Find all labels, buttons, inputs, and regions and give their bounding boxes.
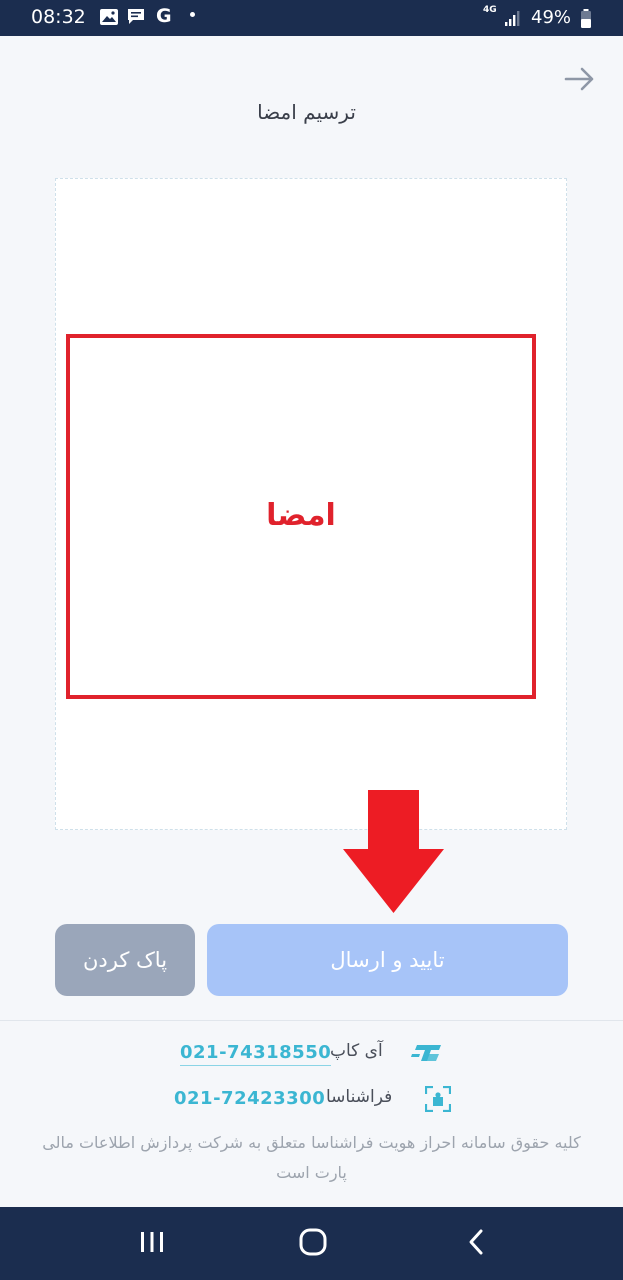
copyright-text: کلیه حقوق سامانه احراز هویت فراشناسا متع… [42,1133,581,1182]
submit-button[interactable]: تایید و ارسال [207,924,568,996]
navigation-bar [0,1207,623,1280]
google-icon: G [156,5,172,27]
clear-button[interactable]: پاک کردن [55,924,195,996]
recent-apps-icon[interactable] [138,1227,166,1257]
battery-percent: 49% [531,7,572,28]
back-icon[interactable] [464,1227,488,1257]
status-bar: 08:32 G 4G 49% [0,0,623,36]
status-time: 08:32 [31,6,86,28]
image-icon [100,9,118,25]
signature-annotation-box: امضا [66,334,536,699]
clear-button-label: پاک کردن [82,948,168,972]
signature-label: امضا [266,498,336,533]
submit-button-label: تایید و ارسال [330,948,445,972]
notification-dot-icon [190,12,195,17]
network-type: 4G [483,5,497,15]
provider-name-icap: آی کاپ [330,1041,383,1061]
signal-icon [505,11,520,26]
battery-icon [581,9,591,28]
phone-link-farashenasa[interactable]: 021-72423300 [174,1088,325,1109]
divider [0,1020,623,1021]
down-arrow-icon [343,790,444,913]
provider-name-farashenasa: فراشناسا [326,1087,393,1107]
page-title-text: ترسیم امضا [257,100,356,124]
arrow-right-icon[interactable] [562,64,596,94]
message-icon [128,9,144,24]
home-icon[interactable] [297,1227,329,1257]
icap-logo-icon [411,1045,441,1061]
phone-link-icap[interactable]: 021-74318550 [180,1042,332,1066]
page-title: ترسیم امضا [0,100,623,124]
farashenasa-logo-icon [425,1086,451,1112]
